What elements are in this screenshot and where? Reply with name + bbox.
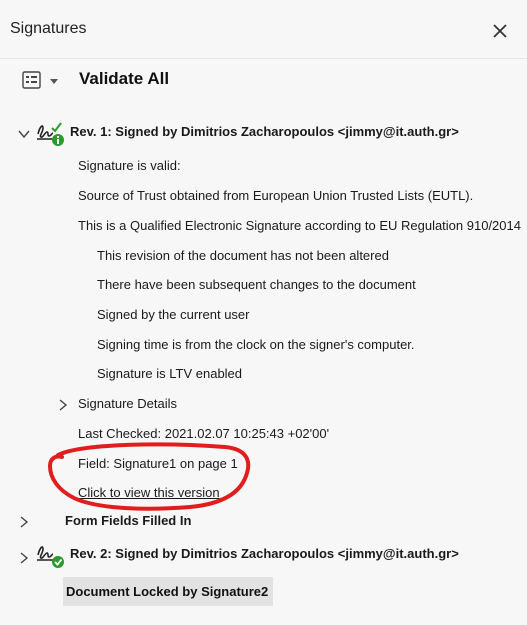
rev1-title[interactable]: Rev. 1: Signed by Dimitrios Zacharopoulo… bbox=[70, 124, 459, 139]
check-signed-by-user: Signed by the current user bbox=[97, 307, 250, 322]
chevron-down-icon bbox=[18, 130, 30, 139]
trust-source: Source of Trust obtained from European U… bbox=[78, 188, 474, 203]
view-version-link[interactable]: Click to view this version bbox=[78, 485, 220, 500]
signature-details-toggle[interactable] bbox=[56, 398, 70, 412]
form-fields-toggle[interactable] bbox=[17, 515, 31, 529]
valid-signature-icon bbox=[36, 120, 66, 148]
check-signing-time: Signing time is from the clock on the si… bbox=[97, 337, 415, 352]
document-locked-label: Document Locked by Signature2 bbox=[66, 584, 269, 599]
field-info: Field: Signature1 on page 1 bbox=[78, 456, 238, 471]
chevron-right-icon bbox=[20, 516, 29, 528]
options-menu-button[interactable] bbox=[22, 70, 66, 92]
signature-status: Signature is valid: bbox=[78, 158, 181, 173]
chevron-right-icon bbox=[20, 552, 29, 564]
panel-header: Signatures bbox=[0, 0, 527, 59]
signatures-toolbar: Validate All bbox=[0, 60, 527, 100]
panel-title: Signatures bbox=[10, 20, 87, 37]
last-checked: Last Checked: 2021.02.07 10:25:43 +02'00… bbox=[78, 426, 330, 441]
rev2-title[interactable]: Rev. 2: Signed by Dimitrios Zacharopoulo… bbox=[70, 546, 459, 561]
close-icon bbox=[493, 24, 507, 38]
signature-details-label[interactable]: Signature Details bbox=[78, 396, 177, 411]
rev1-collapse-toggle[interactable] bbox=[17, 127, 31, 141]
signatures-panel: Signatures Validate All Rev. 1: Signed b… bbox=[0, 0, 527, 625]
list-options-icon bbox=[22, 71, 58, 89]
form-fields-label[interactable]: Form Fields Filled In bbox=[65, 513, 191, 528]
check-ltv-enabled: Signature is LTV enabled bbox=[97, 366, 243, 381]
close-button[interactable] bbox=[487, 18, 513, 44]
rev2-expand-toggle[interactable] bbox=[17, 551, 31, 565]
chevron-down-icon bbox=[50, 79, 58, 84]
qualified-signature-note: This is a Qualified Electronic Signature… bbox=[78, 218, 521, 233]
check-subsequent-changes: There have been subsequent changes to th… bbox=[97, 277, 416, 292]
valid-signature-icon bbox=[36, 541, 66, 569]
check-not-altered: This revision of the document has not be… bbox=[97, 248, 389, 263]
chevron-right-icon bbox=[59, 399, 68, 411]
validate-all-button[interactable]: Validate All bbox=[79, 69, 169, 89]
